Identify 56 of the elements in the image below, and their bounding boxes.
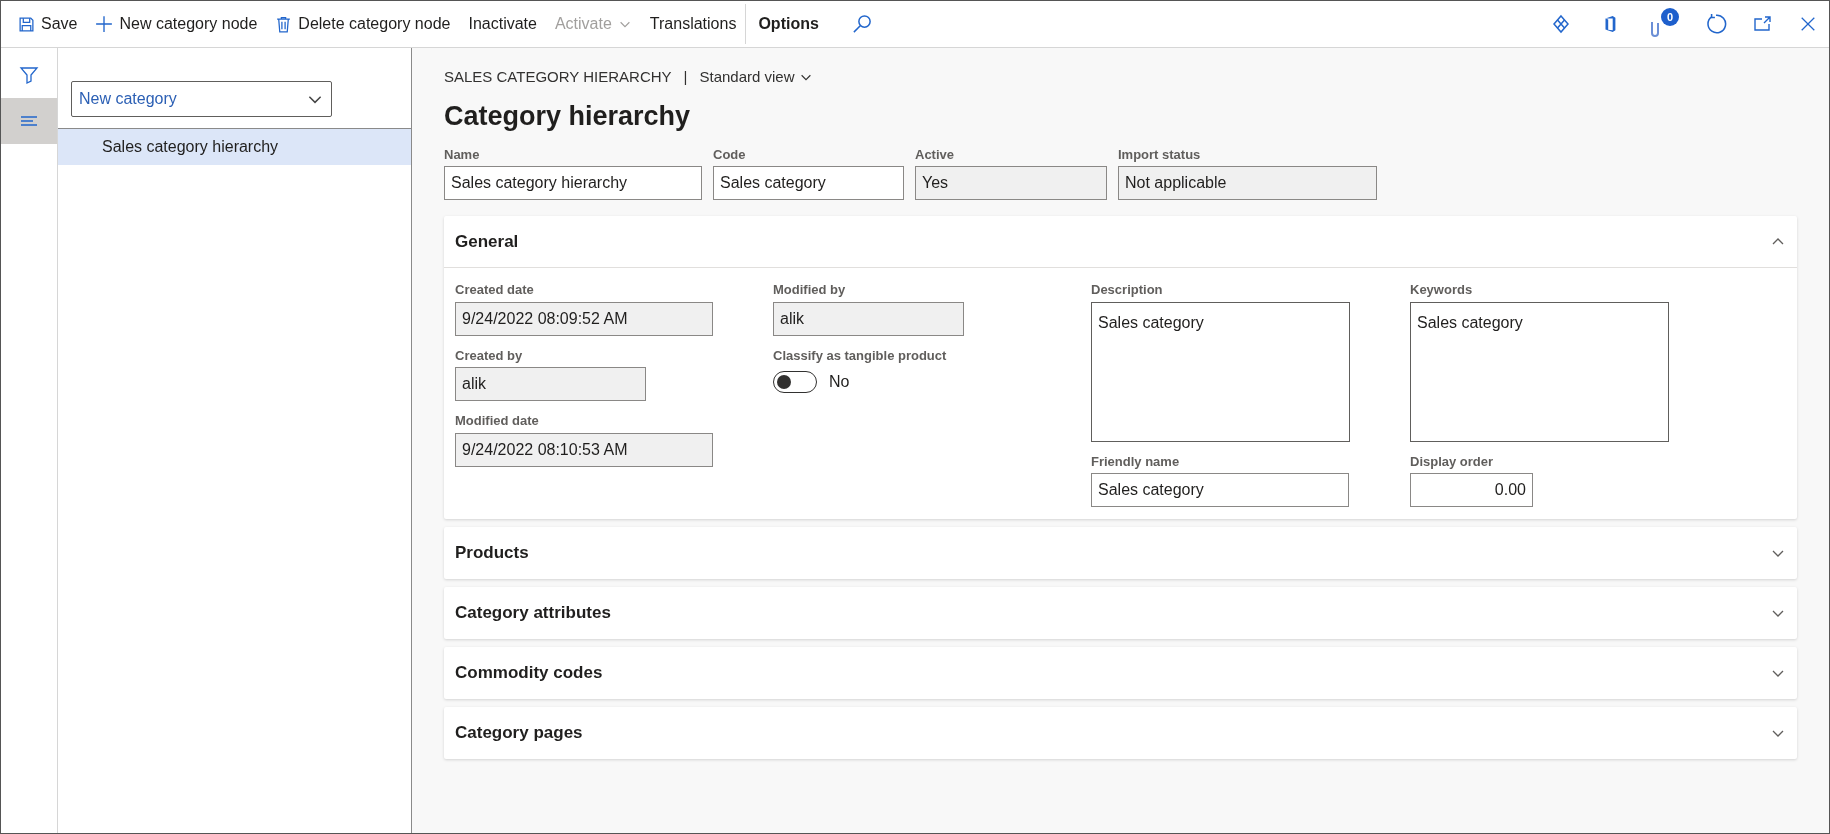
field-label: Active: [915, 145, 956, 164]
save-icon: [18, 15, 35, 33]
field-label: Keywords: [1410, 281, 1474, 299]
field-label: Name: [444, 145, 481, 164]
category-dropdown[interactable]: New category: [71, 81, 332, 117]
close-icon[interactable]: [1799, 15, 1817, 33]
attachment-button[interactable]: 0: [1649, 8, 1679, 40]
field-label: Friendly name: [1091, 452, 1181, 471]
section-header[interactable]: Category pages: [444, 707, 1797, 759]
section-header[interactable]: Commodity codes: [444, 647, 1797, 699]
section-header[interactable]: Category attributes: [444, 587, 1797, 639]
field-label: Created date: [455, 281, 535, 299]
search-button[interactable]: [851, 14, 872, 34]
toolbar-button[interactable]: Options: [745, 4, 828, 44]
toolbar-button[interactable]: Delete category node: [266, 4, 460, 44]
field-label: Classify as tangible product: [773, 346, 948, 365]
field-label: Modified date: [455, 412, 540, 430]
diamond-icon[interactable]: [1551, 14, 1571, 34]
section-header[interactable]: General: [444, 216, 1797, 268]
count-badge: 0: [1661, 8, 1679, 26]
input-field[interactable]: 0.00: [1410, 473, 1533, 507]
open-in-new-window-icon[interactable]: [1753, 14, 1773, 34]
field-label: Import status: [1118, 145, 1202, 164]
toggle-label: No: [829, 372, 850, 392]
refresh-icon[interactable]: [1705, 13, 1727, 35]
toolbar-button[interactable]: New category node: [86, 4, 267, 44]
page-title: Category hierarchy: [444, 99, 692, 133]
input-field[interactable]: 9/24/2022 08:09:52 AM: [455, 301, 713, 336]
input-field[interactable]: Not applicable: [1118, 166, 1377, 200]
input-field[interactable]: Sales category: [1091, 473, 1349, 507]
input-field[interactable]: Sales category hierarchy: [444, 166, 702, 200]
input-field[interactable]: Yes: [915, 166, 1107, 200]
field-label: Modified by: [773, 281, 847, 299]
list-view-button[interactable]: [1, 98, 57, 144]
toolbar-button[interactable]: Inactivate: [459, 4, 546, 44]
separator: |: [683, 67, 688, 87]
toolbar-button[interactable]: Translations: [640, 4, 746, 44]
toolbar-button[interactable]: Save: [9, 4, 87, 44]
field-label: Description: [1091, 281, 1164, 299]
plus-icon: [95, 15, 114, 33]
section-header[interactable]: Products: [444, 527, 1797, 579]
tree-item[interactable]: Sales category hierarchy: [58, 129, 411, 165]
view-selector[interactable]: Standard view: [699, 66, 813, 89]
filter-icon: [19, 65, 39, 85]
breadcrumb: SALES CATEGORY HIERARCHY: [444, 67, 672, 87]
input-field[interactable]: Sales category: [713, 166, 904, 200]
field-label: Created by: [455, 346, 524, 365]
text-area[interactable]: Sales category: [1091, 301, 1350, 442]
input-field[interactable]: alik: [455, 367, 646, 401]
toggle-switch[interactable]: [773, 371, 817, 393]
input-field[interactable]: alik: [773, 301, 964, 336]
field-label: Display order: [1410, 452, 1495, 471]
trash-icon: [275, 15, 293, 33]
input-field[interactable]: 9/24/2022 08:10:53 AM: [455, 432, 713, 467]
text-area[interactable]: Sales category: [1410, 301, 1669, 442]
field-label: Code: [713, 145, 747, 164]
